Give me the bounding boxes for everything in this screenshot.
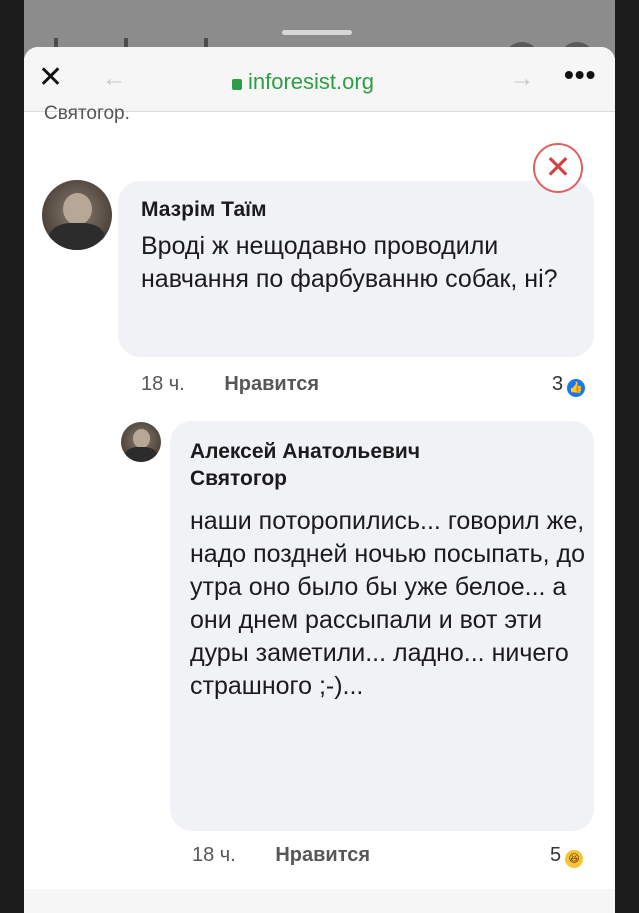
in-app-browser-sheet: ✕ ← inforesist.org → ••• Святогор. Мазрі… xyxy=(24,47,615,913)
like-icon: 👍 xyxy=(567,379,586,397)
avatar[interactable] xyxy=(42,180,112,250)
more-options-icon[interactable]: ••• xyxy=(564,59,596,91)
comment-text: наши поторопились... говорил же, надо по… xyxy=(190,507,585,700)
reaction-summary[interactable]: 3 👍 xyxy=(552,373,586,397)
back-arrow-icon[interactable]: ← xyxy=(102,65,126,93)
comment-time: 18 ч. xyxy=(192,844,236,866)
comment-author[interactable]: Алексей Анатольевич Святогор xyxy=(190,439,490,493)
comment-time: 18 ч. xyxy=(141,373,185,395)
comment-author[interactable]: Мазрім Таїм xyxy=(141,197,581,224)
reaction-count: 5 xyxy=(550,844,562,866)
reaction-summary[interactable]: 5 😆 xyxy=(550,844,584,868)
forward-arrow-icon[interactable]: → xyxy=(510,65,534,93)
sheet-grab-handle[interactable] xyxy=(282,30,352,35)
url-text: inforesist.org xyxy=(248,69,374,94)
url-display[interactable]: inforesist.org xyxy=(232,69,374,95)
avatar[interactable] xyxy=(121,422,161,462)
like-button[interactable]: Нравится xyxy=(224,373,319,395)
haha-icon: 😆 xyxy=(565,850,584,868)
comment-meta: 18 ч. Нравится xyxy=(141,373,319,396)
avatar-body-shape xyxy=(49,223,105,250)
previous-comment-fragment: Святогор. xyxy=(44,103,130,124)
close-icon[interactable]: ✕ xyxy=(533,143,583,193)
close-icon[interactable]: ✕ xyxy=(38,63,63,93)
comment-meta: 18 ч. Нравится xyxy=(192,844,370,867)
avatar-head-shape xyxy=(133,429,150,448)
comment-text: Вроді ж нещодавно проводили навчання по … xyxy=(141,232,558,293)
like-button[interactable]: Нравится xyxy=(275,844,370,866)
reaction-count: 3 xyxy=(552,373,564,395)
lock-icon xyxy=(232,79,242,90)
sheet-footer xyxy=(24,889,615,913)
avatar-body-shape xyxy=(125,446,157,462)
avatar-head-shape xyxy=(63,192,93,225)
